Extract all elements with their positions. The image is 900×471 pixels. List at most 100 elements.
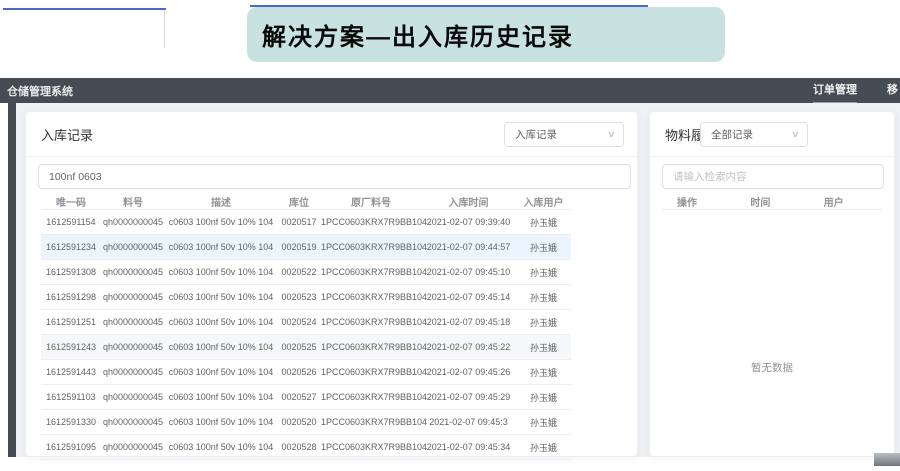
table-cell: 孙玉娥 — [516, 441, 571, 454]
table-cell: 1PCC0603KRX7R9BB104 — [321, 342, 421, 352]
table-cell: 0020522 — [277, 267, 321, 277]
table-cell: 0020528 — [277, 442, 321, 452]
history-search-input[interactable] — [662, 164, 884, 189]
column-header: 时间 — [735, 194, 808, 209]
table-row[interactable]: 1612591154qh0000000045c0603 100nf 50v 10… — [41, 210, 571, 235]
table-cell: 1PCC0603KRX7R9BB104 — [321, 242, 421, 252]
table-cell: qh0000000045 — [101, 342, 165, 352]
table-cell: 2021-02-07 09:45:14 — [421, 292, 516, 302]
history-filter-select-value: 全部记录 — [711, 127, 753, 142]
table-cell: 1612591308 — [41, 267, 101, 277]
table-cell: qh0000000045 — [101, 317, 165, 327]
scrollbar-corner[interactable] — [874, 453, 900, 466]
table-cell: c0603 100nf 50v 10% 104 — [165, 417, 277, 427]
table-cell: 2021-02-07 09:45:34 — [421, 442, 516, 452]
table-cell: 孙玉娥 — [516, 216, 571, 229]
table-cell: 2021-02-07 09:44:57 — [421, 242, 516, 252]
table-cell: 孙玉娥 — [516, 241, 571, 254]
table-row[interactable]: 1612591298qh0000000045c0603 100nf 50v 10… — [41, 285, 571, 310]
table-cell: 2021-02-07 09:45:10 — [421, 267, 516, 277]
table-cell: 0020527 — [277, 392, 321, 402]
table-cell: 2021-02-07 09:45:18 — [421, 317, 516, 327]
menu-item-partial[interactable]: 移 — [887, 78, 900, 103]
table-row[interactable]: 1612591330qh0000000045c0603 100nf 50v 10… — [41, 410, 571, 435]
table-cell: c0603 100nf 50v 10% 104 — [165, 392, 277, 402]
column-header: 描述 — [165, 194, 277, 209]
inbound-search-input[interactable] — [38, 164, 631, 189]
table-cell: 1PCC0603KRX7R9BB104 — [321, 217, 421, 227]
table-cell: 孙玉娥 — [516, 416, 571, 429]
table-row[interactable]: 1612591308qh0000000045c0603 100nf 50v 10… — [41, 260, 571, 285]
table-cell: qh0000000045 — [101, 267, 165, 277]
table-cell: c0603 100nf 50v 10% 104 — [165, 292, 277, 302]
record-type-select[interactable]: 入库记录 ∨ — [504, 122, 624, 147]
table-cell: 孙玉娥 — [516, 266, 571, 279]
chevron-down-icon: ∨ — [791, 129, 800, 140]
table-cell: 0020520 — [277, 417, 321, 427]
history-table-header: 操作时间用户 — [662, 193, 882, 210]
table-cell: 1PCC0603KRX7R9BB104 — [321, 442, 421, 452]
table-cell: c0603 100nf 50v 10% 104 — [165, 267, 277, 277]
table-cell: 1612591243 — [41, 342, 101, 352]
table-cell: 孙玉娥 — [516, 291, 571, 304]
table-cell: c0603 100nf 50v 10% 104 — [165, 342, 277, 352]
table-cell: 1PCC0603KRX7R9BB104 — [321, 317, 421, 327]
table-cell: 1612591443 — [41, 367, 101, 377]
table-cell: qh0000000045 — [101, 442, 165, 452]
table-cell: qh0000000045 — [101, 292, 165, 302]
table-cell: 0020526 — [277, 367, 321, 377]
table-cell: 2021-02-07 09:45:29 — [421, 392, 516, 402]
table-cell: 1612591234 — [41, 242, 101, 252]
inbound-panel-header: 入库记录 入库记录 ∨ — [26, 112, 637, 157]
table-cell: qh0000000045 — [101, 367, 165, 377]
table-cell: qh0000000045 — [101, 392, 165, 402]
inbound-table-header: 唯一码料号描述库位原厂料号入库时间入库用户 — [41, 193, 571, 210]
inbound-table: 唯一码料号描述库位原厂料号入库时间入库用户 1612591154qh000000… — [41, 193, 571, 460]
table-cell: c0603 100nf 50v 10% 104 — [165, 242, 277, 252]
table-row[interactable]: 1612591103qh0000000045c0603 100nf 50v 10… — [41, 385, 571, 410]
page-title: 解决方案—出入库历史记录 — [262, 17, 574, 52]
app-title: 仓储管理系统 — [7, 83, 73, 99]
table-cell: 孙玉娥 — [516, 341, 571, 354]
vertical-divider-line — [164, 10, 165, 48]
table-cell: 1612591330 — [41, 417, 101, 427]
table-cell: 0020519 — [277, 242, 321, 252]
table-row[interactable]: 1612591095qh0000000045c0603 100nf 50v 10… — [41, 435, 571, 460]
inbound-table-body: 1612591154qh0000000045c0603 100nf 50v 10… — [41, 210, 571, 460]
history-filter-select[interactable]: 全部记录 ∨ — [700, 122, 808, 147]
table-cell: c0603 100nf 50v 10% 104 — [165, 217, 277, 227]
table-row[interactable]: 1612591243qh0000000045c0603 100nf 50v 10… — [41, 335, 571, 360]
table-cell: 0020523 — [277, 292, 321, 302]
table-cell: 孙玉娥 — [516, 391, 571, 404]
empty-state-text: 暂无数据 — [751, 360, 793, 375]
table-cell: 1612591103 — [41, 392, 101, 402]
chevron-down-icon: ∨ — [607, 129, 616, 140]
title-banner: 解决方案—出入库历史记录 — [247, 7, 725, 62]
menu-item-order-management[interactable]: 订单管理 — [813, 78, 857, 103]
table-cell: 1PCC0603KRX7R9BB104 — [321, 267, 421, 277]
table-cell: c0603 100nf 50v 10% 104 — [165, 317, 277, 327]
column-header: 操作 — [662, 194, 735, 209]
column-header: 唯一码 — [41, 194, 101, 209]
table-row[interactable]: 1612591251qh0000000045c0603 100nf 50v 10… — [41, 310, 571, 335]
top-left-accent-line — [3, 8, 166, 10]
column-header: 料号 — [101, 194, 165, 209]
table-cell: 2021-02-07 09:45:3 — [421, 417, 516, 427]
table-cell: 1612591154 — [41, 217, 101, 227]
column-header: 入库时间 — [421, 194, 516, 209]
table-row[interactable]: 1612591443qh0000000045c0603 100nf 50v 10… — [41, 360, 571, 385]
table-row[interactable]: 1612591234qh0000000045c0603 100nf 50v 10… — [41, 235, 571, 260]
table-cell: 1PCC0603KRX7R9BB104 — [321, 392, 421, 402]
table-cell: 孙玉娥 — [516, 316, 571, 329]
table-cell: 1612591251 — [41, 317, 101, 327]
table-cell: 1612591298 — [41, 292, 101, 302]
table-cell: 1PCC0603KRX7R9BB104 — [321, 367, 421, 377]
table-cell: 0020524 — [277, 317, 321, 327]
column-header: 库位 — [277, 194, 321, 209]
inbound-records-panel: 入库记录 入库记录 ∨ 唯一码料号描述库位原厂料号入库时间入库用户 161259… — [25, 111, 638, 457]
material-history-panel: 物料履历 全部记录 ∨ 操作时间用户 暂无数据 — [649, 111, 895, 457]
collapsed-sidebar-strip — [8, 103, 16, 457]
history-panel-header: 物料履历 全部记录 ∨ — [650, 112, 894, 157]
table-cell: qh0000000045 — [101, 217, 165, 227]
table-cell: 1612591095 — [41, 442, 101, 452]
